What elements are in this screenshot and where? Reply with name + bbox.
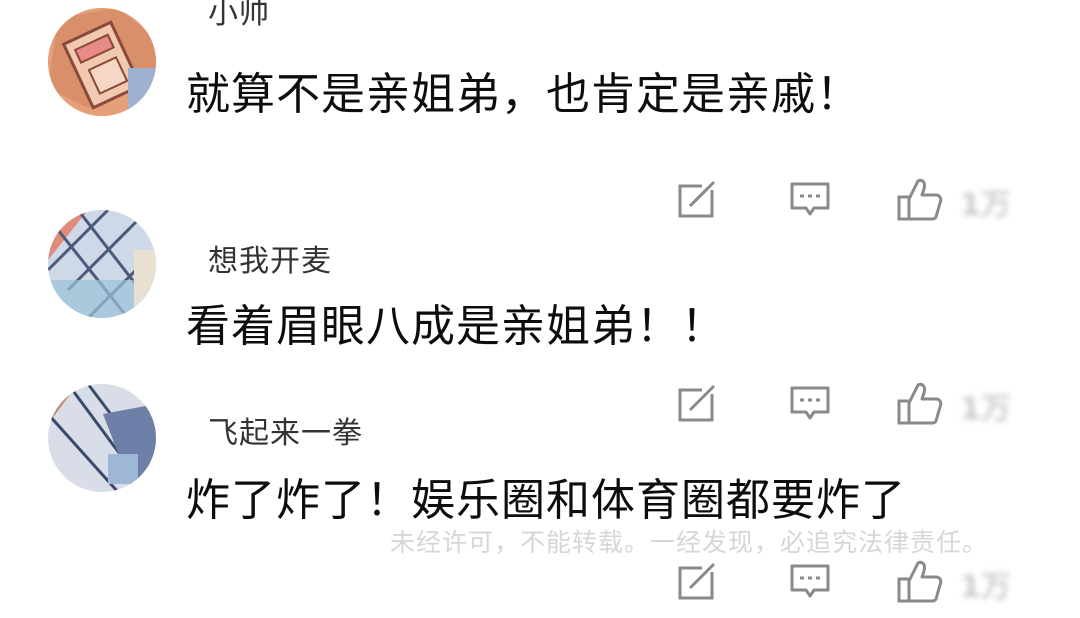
avatar-image (48, 384, 156, 492)
username[interactable]: 小帅 (208, 0, 270, 32)
username[interactable]: 想我开麦 (208, 236, 332, 280)
share-button[interactable] (670, 554, 726, 610)
comment-item: 想我开麦 看着眉眼八成是亲姐弟！！ 1万 (0, 210, 1080, 427)
thumbs-up-icon (897, 560, 943, 603)
username[interactable]: 飞起来一拳 (208, 408, 363, 452)
action-bar: 1万 (670, 554, 1050, 610)
comment-item: 飞起来一拳 炸了炸了！娱乐圈和体育圈都要炸了 1万 (0, 384, 1080, 618)
share-icon (678, 562, 716, 600)
reply-button[interactable] (782, 554, 838, 610)
watermark: 未经许可，不能转载。一经发现，必追究法律责任。 (390, 528, 989, 557)
comment-text: 炸了炸了！娱乐圈和体育圈都要炸了 (186, 475, 906, 526)
avatar-image (48, 210, 156, 318)
like-count: 1万 (960, 570, 1011, 605)
comment-text: 看着眉眼八成是亲姐弟！！ (186, 301, 726, 352)
avatar[interactable] (48, 210, 156, 318)
comment-text: 就算不是亲姐弟，也肯定是亲戚！ (186, 69, 861, 120)
avatar-image (48, 8, 156, 116)
comment-item: 小帅 就算不是亲姐弟，也肯定是亲戚！ 1万 (0, 0, 1080, 223)
like-button[interactable] (892, 554, 948, 610)
avatar[interactable] (48, 8, 156, 116)
avatar[interactable] (48, 384, 156, 492)
reply-icon (790, 564, 830, 598)
